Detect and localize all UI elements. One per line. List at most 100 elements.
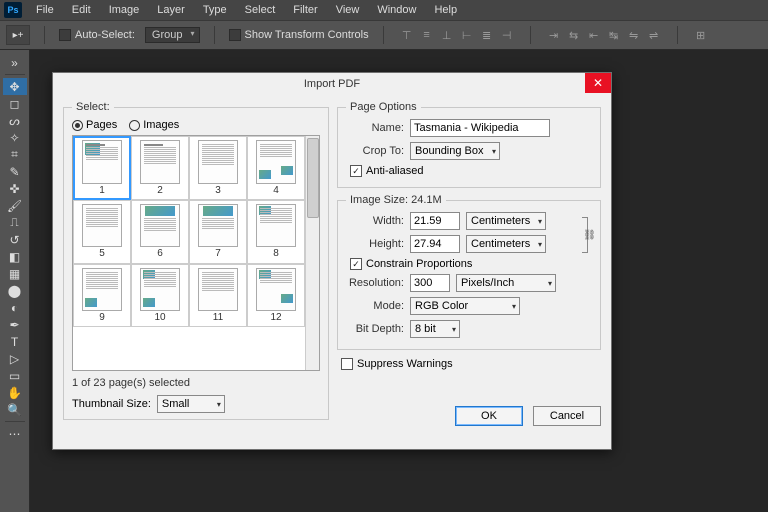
- resolution-unit-select[interactable]: Pixels/Inch: [456, 274, 556, 292]
- cancel-button[interactable]: Cancel: [533, 406, 601, 426]
- healing-brush-tool-icon[interactable]: ✜: [3, 180, 27, 197]
- tools-panel: » ✥ ◻ ᔕ ✧ ⌗ ✎ ✜ 🖌 ⎍ ↺ ◧ ▦ ⬤ ◐ ✒ T ▷ ▭ ✋ …: [0, 50, 30, 512]
- app-logo: Ps: [4, 2, 22, 18]
- magic-wand-tool-icon[interactable]: ✧: [3, 129, 27, 146]
- width-unit-select[interactable]: Centimeters: [466, 212, 546, 230]
- ok-button[interactable]: OK: [455, 406, 523, 426]
- page-thumb-5[interactable]: 5: [73, 200, 131, 264]
- gradient-tool-icon[interactable]: ▦: [3, 265, 27, 282]
- close-button[interactable]: ✕: [585, 73, 611, 93]
- show-transform-controls-checkbox[interactable]: Show Transform Controls: [229, 29, 369, 41]
- eyedropper-tool-icon[interactable]: ✎: [3, 163, 27, 180]
- more-tools-icon[interactable]: ⋯: [3, 425, 27, 442]
- page-thumb-3[interactable]: 3: [189, 136, 247, 200]
- align-left-icon[interactable]: ⊢: [458, 26, 476, 44]
- dodge-tool-icon[interactable]: ◐: [3, 299, 27, 316]
- import-pdf-dialog: Import PDF ✕ Select: Pages Images 1 2 3 …: [52, 72, 612, 450]
- active-tool-indicator[interactable]: ▸+: [6, 25, 30, 45]
- radio-pages[interactable]: Pages: [72, 119, 117, 131]
- page-thumb-12[interactable]: 12: [247, 264, 305, 328]
- page-thumb-9[interactable]: 9: [73, 264, 131, 328]
- thumbnail-size-select[interactable]: Small: [157, 395, 225, 413]
- image-size-legend: Image Size: 24.1M: [346, 194, 446, 206]
- brush-tool-icon[interactable]: 🖌: [3, 197, 27, 214]
- width-input[interactable]: [410, 212, 460, 230]
- distribute-icons: ⇥ ⇆ ⇤ ↹ ⇋ ⇌: [545, 26, 663, 44]
- constrain-proportions-checkbox[interactable]: Constrain Proportions: [350, 258, 592, 270]
- link-dimensions-icon[interactable]: ⛓: [578, 212, 592, 258]
- height-unit-select[interactable]: Centimeters: [466, 235, 546, 253]
- antialiased-checkbox[interactable]: Anti-aliased: [350, 165, 592, 177]
- radio-images[interactable]: Images: [129, 119, 179, 131]
- dist-right-icon[interactable]: ⇌: [645, 26, 663, 44]
- hand-tool-icon[interactable]: ✋: [3, 384, 27, 401]
- dist-vcenter-icon[interactable]: ⇆: [565, 26, 583, 44]
- zoom-tool-icon[interactable]: 🔍: [3, 401, 27, 418]
- auto-select-checkbox[interactable]: Auto-Select:: [59, 29, 135, 41]
- marquee-tool-icon[interactable]: ◻: [3, 95, 27, 112]
- mode-label: Mode:: [346, 300, 404, 312]
- align-to-icon[interactable]: ⊞: [692, 26, 710, 44]
- resolution-input[interactable]: [410, 274, 450, 292]
- shape-tool-icon[interactable]: ▭: [3, 367, 27, 384]
- expand-tools-icon[interactable]: »: [3, 54, 27, 71]
- select-fieldset: Select: Pages Images 1 2 3 4 5 6 7 8: [63, 101, 329, 420]
- thumbnail-scrollbar[interactable]: [305, 136, 319, 370]
- name-input[interactable]: [410, 119, 550, 137]
- type-tool-icon[interactable]: T: [3, 333, 27, 350]
- crop-tool-icon[interactable]: ⌗: [3, 146, 27, 163]
- width-label: Width:: [346, 215, 404, 227]
- page-thumb-11[interactable]: 11: [189, 264, 247, 328]
- align-hcenter-icon[interactable]: ≣: [478, 26, 496, 44]
- menu-file[interactable]: File: [28, 2, 62, 18]
- pen-tool-icon[interactable]: ✒: [3, 316, 27, 333]
- select-legend: Select:: [72, 101, 114, 113]
- dist-top-icon[interactable]: ⇥: [545, 26, 563, 44]
- menu-help[interactable]: Help: [426, 2, 465, 18]
- menu-window[interactable]: Window: [369, 2, 424, 18]
- menu-layer[interactable]: Layer: [149, 2, 193, 18]
- path-select-tool-icon[interactable]: ▷: [3, 350, 27, 367]
- align-right-icon[interactable]: ⊣: [498, 26, 516, 44]
- page-thumb-2[interactable]: 2: [131, 136, 189, 200]
- cropto-label: Crop To:: [346, 145, 404, 157]
- blur-tool-icon[interactable]: ⬤: [3, 282, 27, 299]
- page-thumb-10[interactable]: 10: [131, 264, 189, 328]
- options-bar: ▸+ Auto-Select: Group Show Transform Con…: [0, 20, 768, 50]
- eraser-tool-icon[interactable]: ◧: [3, 248, 27, 265]
- lasso-tool-icon[interactable]: ᔕ: [3, 112, 27, 129]
- height-label: Height:: [346, 238, 404, 250]
- move-tool-icon[interactable]: ✥: [3, 78, 27, 95]
- bitdepth-label: Bit Depth:: [346, 323, 404, 335]
- menu-select[interactable]: Select: [237, 2, 284, 18]
- align-top-icon[interactable]: ⊤: [398, 26, 416, 44]
- menu-filter[interactable]: Filter: [285, 2, 325, 18]
- dist-hcenter-icon[interactable]: ⇋: [625, 26, 643, 44]
- auto-select-target-select[interactable]: Group: [145, 27, 200, 43]
- mode-select[interactable]: RGB Color: [410, 297, 520, 315]
- name-label: Name:: [346, 122, 404, 134]
- bitdepth-select[interactable]: 8 bit: [410, 320, 460, 338]
- menu-image[interactable]: Image: [101, 2, 148, 18]
- history-brush-tool-icon[interactable]: ↺: [3, 231, 27, 248]
- align-vcenter-icon[interactable]: ≡: [418, 26, 436, 44]
- page-thumb-4[interactable]: 4: [247, 136, 305, 200]
- cropto-select[interactable]: Bounding Box: [410, 142, 500, 160]
- dist-left-icon[interactable]: ↹: [605, 26, 623, 44]
- page-options-fieldset: Page Options Name: Crop To: Bounding Box…: [337, 101, 601, 188]
- image-size-fieldset: Image Size: 24.1M Width: Centimeters Hei…: [337, 194, 601, 350]
- menu-edit[interactable]: Edit: [64, 2, 99, 18]
- menubar: Ps File Edit Image Layer Type Select Fil…: [0, 0, 768, 20]
- suppress-warnings-checkbox[interactable]: Suppress Warnings: [341, 358, 601, 370]
- align-bottom-icon[interactable]: ⊥: [438, 26, 456, 44]
- menu-type[interactable]: Type: [195, 2, 235, 18]
- page-thumb-8[interactable]: 8: [247, 200, 305, 264]
- height-input[interactable]: [410, 235, 460, 253]
- stamp-tool-icon[interactable]: ⎍: [3, 214, 27, 231]
- page-thumb-1[interactable]: 1: [73, 136, 131, 200]
- menu-view[interactable]: View: [328, 2, 368, 18]
- page-thumb-7[interactable]: 7: [189, 200, 247, 264]
- page-thumb-6[interactable]: 6: [131, 200, 189, 264]
- dialog-title: Import PDF ✕: [53, 73, 611, 95]
- dist-bottom-icon[interactable]: ⇤: [585, 26, 603, 44]
